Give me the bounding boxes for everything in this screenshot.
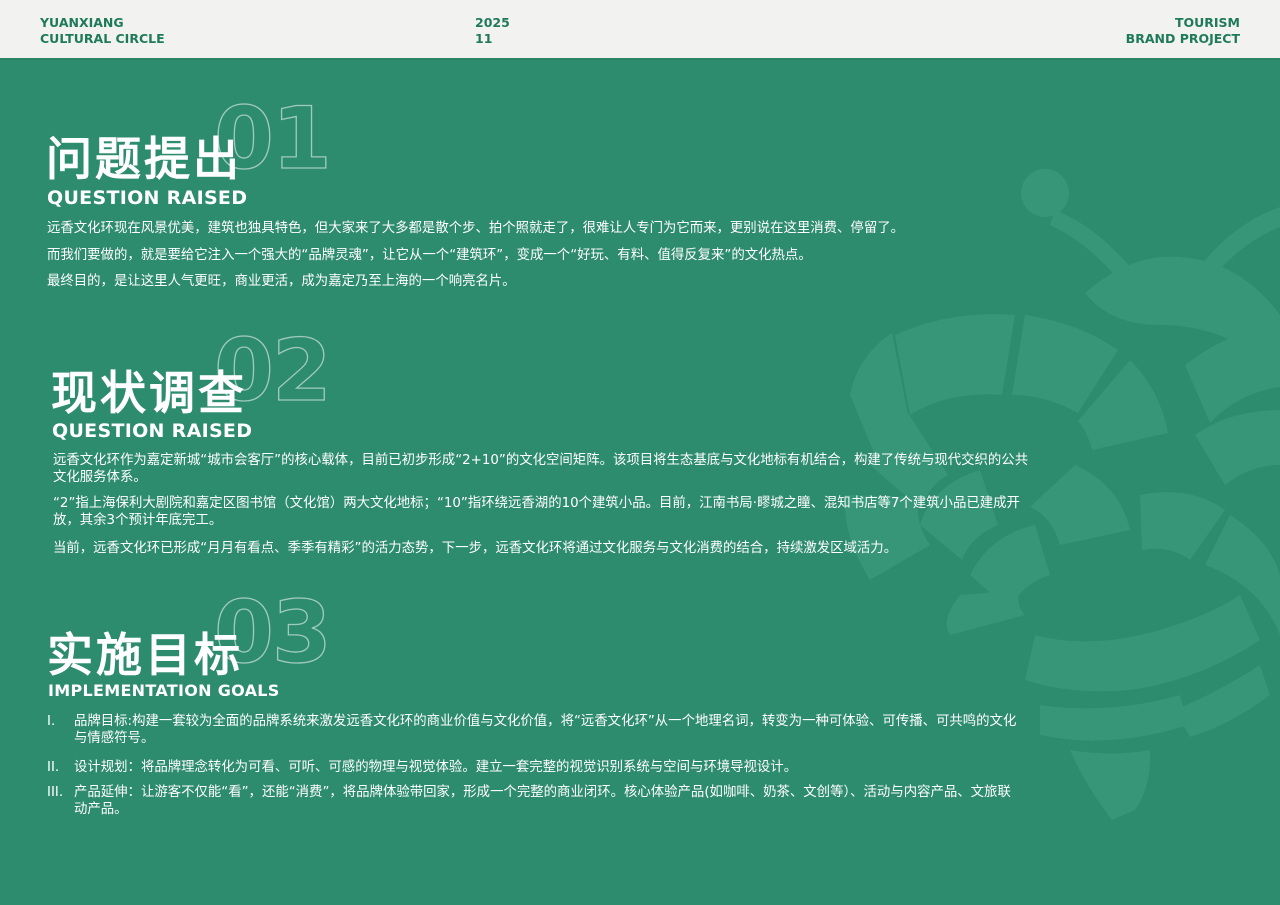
header-left: YUANXIANG CULTURAL CIRCLE bbox=[40, 15, 165, 47]
section-title-zh: 现状调查 bbox=[51, 366, 247, 420]
paragraph: 最终目的，是让这里人气更旺，商业更活，成为嘉定乃至上海的一个响亮名片。 bbox=[47, 274, 516, 289]
list-item-index: III. bbox=[47, 785, 64, 800]
list-item-text: 品牌目标:构建一套较为全面的品牌系统来激发远香文化环的商业价值与文化价值，将“远… bbox=[74, 714, 1017, 746]
paragraph: 远香文化环现在风景优美，建筑也独具特色，但大家来了大多都是散个步、拍个照就走了，… bbox=[47, 221, 904, 236]
list-item-index: II. bbox=[47, 760, 60, 775]
list-item-index: I. bbox=[47, 714, 56, 729]
header-middle: 2025 11 bbox=[475, 15, 510, 47]
header-left-line-1: YUANXIANG bbox=[40, 15, 124, 30]
section-title-zh: 实施目标 bbox=[47, 628, 243, 682]
header-right-line-2: BRAND PROJECT bbox=[1125, 31, 1240, 46]
section-title-zh: 问题提出 bbox=[46, 132, 242, 186]
section-title-en: IMPLEMENTATION GOALS bbox=[48, 681, 280, 700]
paragraph: 远香文化环作为嘉定新城“城市会客厅”的核心载体，目前已初步形成“2+10”的文化… bbox=[53, 453, 1029, 485]
paragraph: “2”指上海保利大剧院和嘉定区图书馆（文化馆）两大文化地标；“10”指环绕远香湖… bbox=[53, 496, 1020, 528]
header-right: TOURISM BRAND PROJECT bbox=[1126, 15, 1240, 47]
header-bar: YUANXIANG CULTURAL CIRCLE 2025 11 TOURIS… bbox=[0, 0, 1280, 60]
paragraph: 而我们要做的，就是要给它注入一个强大的“品牌灵魂”，让它从一个“建筑环”，变成一… bbox=[47, 248, 812, 263]
header-left-line-2: CULTURAL CIRCLE bbox=[40, 31, 165, 46]
section-title-en: QUESTION RAISED bbox=[52, 420, 253, 442]
list-item-text: 产品延伸：让游客不仅能“看”，还能“消费”，将品牌体验带回家，形成一个完整的商业… bbox=[74, 785, 1011, 817]
header-right-line-1: TOURISM bbox=[1174, 15, 1240, 30]
paragraph: 当前，远香文化环已形成“月月有看点、季季有精彩”的活力态势，下一步，远香文化环将… bbox=[53, 541, 898, 556]
header-year: 2025 bbox=[475, 15, 510, 30]
section-title-en: QUESTION RAISED bbox=[47, 187, 248, 209]
header-month: 11 bbox=[475, 31, 493, 46]
list-item-text: 设计规划：将品牌理念转化为可看、可听、可感的物理与视觉体验。建立一套完整的视觉识… bbox=[74, 760, 798, 775]
